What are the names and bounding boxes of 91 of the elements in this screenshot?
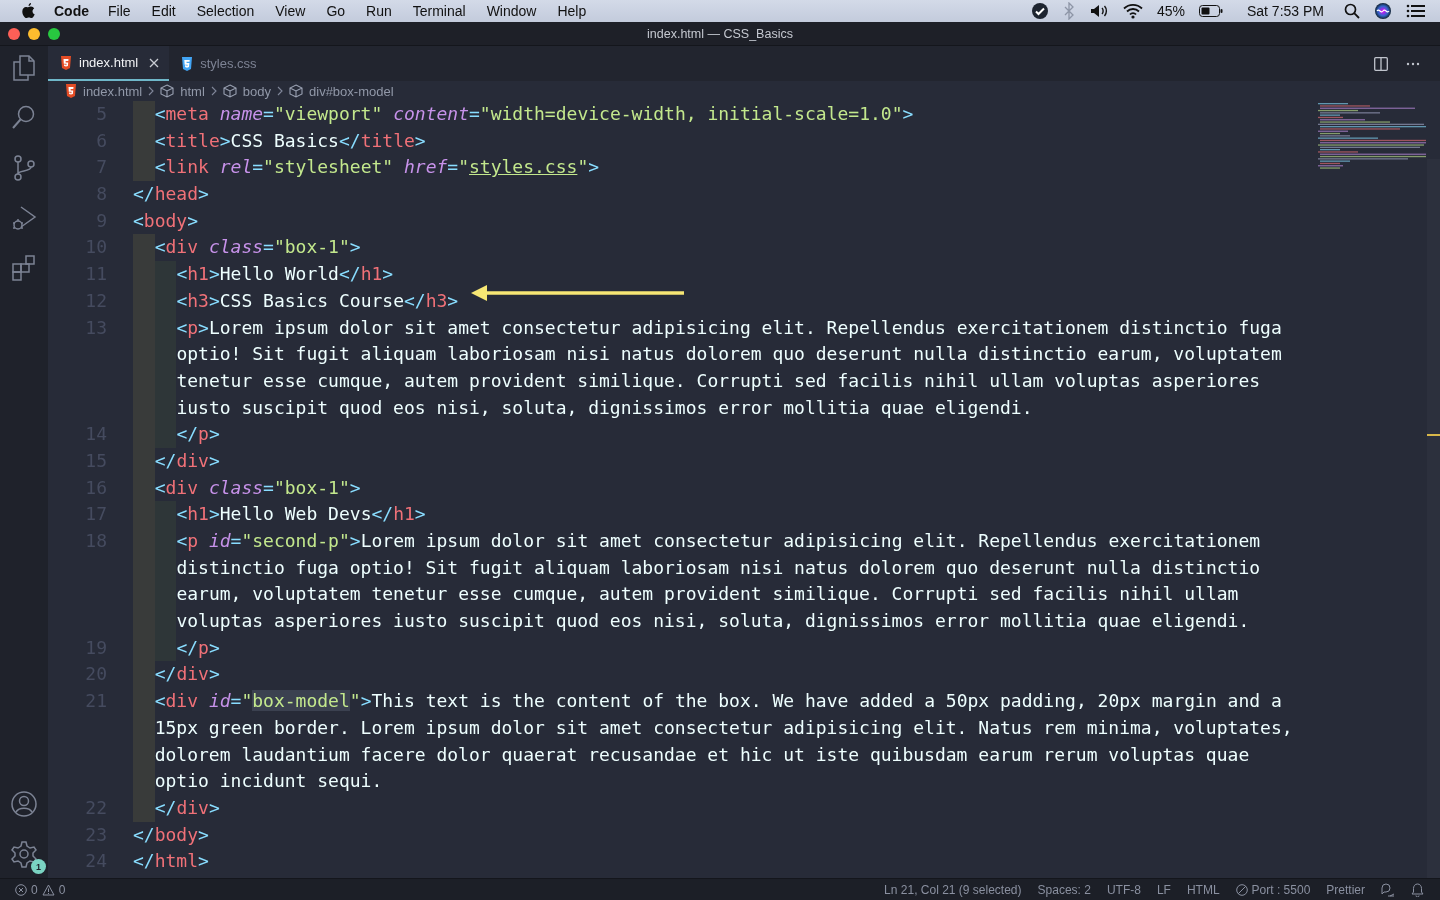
code-line: <p id="second-p">Lorem ipsum dolor sit amet consectetur adipisicing elit. Repellendus exercitationem xyxy=(133,528,1261,555)
code-line: <div class="box-1"> xyxy=(133,234,361,262)
editor-tab[interactable]: index.html xyxy=(48,46,170,81)
chevron-icon xyxy=(277,86,283,96)
menu-item[interactable]: File xyxy=(108,3,131,19)
scrollbar[interactable] xyxy=(1427,159,1440,878)
status-item[interactable]: LF xyxy=(1156,882,1171,897)
battery-icon[interactable] xyxy=(1198,5,1223,17)
code-line: <div id="box-model">This text is the content of the box. We have added a 50px padding, 20px margin and a xyxy=(133,688,1282,715)
breadcrumb-item[interactable]: index.html xyxy=(65,83,143,99)
chevron-icon xyxy=(148,86,155,96)
menu-item[interactable]: Selection xyxy=(196,3,255,19)
code-line: optio! Sit fugit aliquam laboriosam nisi natus dolorem quo deserunt nulla distinctio earum, voluptatem xyxy=(133,341,1282,368)
split-editor-icon[interactable] xyxy=(1374,56,1388,71)
menu-item[interactable]: Edit xyxy=(151,3,176,19)
code-line: </div> xyxy=(133,794,220,822)
wifi-icon[interactable] xyxy=(1122,3,1143,19)
menu-item[interactable]: Go xyxy=(326,3,346,19)
code-line: </div> xyxy=(133,447,220,475)
code-line: tenetur esse cumque, autem provident similique. Corrupti sed facilis nihil ullam voluptas asperiores xyxy=(133,367,1261,395)
status-item[interactable]: HTML xyxy=(1186,882,1220,897)
breadcrumb-item[interactable]: div#box-model xyxy=(289,83,394,99)
breadcrumb-item[interactable]: html xyxy=(160,83,205,99)
extensions-icon[interactable] xyxy=(11,254,37,282)
code-line: <title>CSS Basics</title> xyxy=(133,127,426,155)
clock[interactable]: Sat 7:53 PM xyxy=(1246,3,1324,19)
files-icon[interactable] xyxy=(11,54,37,82)
minimize-window-button[interactable] xyxy=(28,27,40,40)
apple-icon[interactable] xyxy=(20,2,36,20)
run-debug-icon[interactable] xyxy=(11,204,37,232)
chevron-icon xyxy=(210,86,217,96)
cube-icon xyxy=(289,84,303,98)
menu-item[interactable]: Terminal xyxy=(412,3,466,19)
search-icon[interactable] xyxy=(1344,3,1360,19)
cube-icon xyxy=(222,84,237,98)
code-line: <link rel="stylesheet" href="styles.css"> xyxy=(133,154,600,182)
status-item[interactable]: Spaces: 2 xyxy=(1037,882,1091,897)
code-line: <h1>Hello Web Devs</h1> xyxy=(133,501,426,528)
html-file-icon xyxy=(60,55,72,70)
cube-icon xyxy=(160,84,175,98)
code-line: <h3>CSS Basics Course</h3> xyxy=(133,287,459,315)
code-line: iusto suscipit quod eos nisi, soluta, dignissimos error mollitia quae eligendi. xyxy=(133,394,1033,422)
status-item[interactable]: Prettier xyxy=(1326,882,1365,897)
battery-percentage: 45% xyxy=(1156,3,1185,19)
settings-icon[interactable] xyxy=(10,840,38,868)
feedback-icon[interactable] xyxy=(1381,882,1395,897)
orb-icon[interactable] xyxy=(1374,2,1392,20)
check-badge-icon[interactable] xyxy=(1030,2,1049,20)
code-line: <h1>Hello World</h1> xyxy=(133,261,394,288)
code-line: <p>Lorem ipsum dolor sit amet consectetur adipisicing elit. Repellendus exercitationem distinctio fuga xyxy=(133,314,1282,342)
list-icon[interactable] xyxy=(1406,3,1426,19)
app-menu[interactable]: Code xyxy=(54,3,89,19)
html-file-icon xyxy=(65,84,77,98)
code-line: earum, voluptatem tenetur esse cumque, autem provident similique. Corrupti sed facilis nihil ullam xyxy=(133,581,1239,609)
breadcrumb-item[interactable]: body xyxy=(222,83,271,99)
menu-item[interactable]: Run xyxy=(366,3,392,19)
menu-item[interactable]: Window xyxy=(486,3,537,19)
status-item[interactable]: UTF-8 xyxy=(1106,882,1141,897)
blocked-icon xyxy=(1235,883,1248,896)
account-icon[interactable] xyxy=(10,790,38,818)
code-line: <body> xyxy=(133,208,199,233)
menu-item[interactable]: View xyxy=(275,3,306,19)
window-title: index.html — CSS_Basics xyxy=(647,26,793,41)
code-line: <meta name="viewport" content="width=device-width, initial-scale=1.0"> xyxy=(133,101,914,128)
menu-item[interactable]: Help xyxy=(557,3,587,19)
volume-icon[interactable] xyxy=(1088,3,1109,19)
css-file-icon xyxy=(181,56,194,71)
code-line: </body> xyxy=(133,822,209,847)
code-line: optio incidunt sequi. xyxy=(133,768,383,795)
close-icon[interactable] xyxy=(149,57,160,68)
zoom-window-button[interactable] xyxy=(48,27,60,40)
code-line: dolorem laudantium facere dolor quaerat recusandae et hic ut iste quibusdam earum rerum voluptas quae xyxy=(133,741,1250,769)
code-line: </p> xyxy=(133,634,220,662)
status-item[interactable]: Port : 5500 xyxy=(1235,882,1311,897)
error-icon xyxy=(15,883,27,896)
problems-indicator[interactable]: 0 0 xyxy=(15,882,66,897)
bell-icon[interactable] xyxy=(1411,882,1424,897)
code-line: </div> xyxy=(133,661,220,689)
code-line: </p> xyxy=(133,421,220,448)
notification-badge: 1 xyxy=(31,859,46,874)
code-line: </html> xyxy=(133,849,209,874)
code-line: <div class="box-1"> xyxy=(133,474,361,502)
code-line: 15px green border. Lorem ipsum dolor sit amet consectetur adipisicing elit. Natus rem minima, voluptates, xyxy=(133,714,1293,742)
code-line: voluptas asperiores iusto suscipit quod eos nisi, soluta, dignissimos error mollitia quae eligendi. xyxy=(133,608,1250,635)
more-icon[interactable] xyxy=(1406,61,1420,66)
warning-icon xyxy=(41,883,55,896)
close-window-button[interactable] xyxy=(8,27,20,40)
status-item[interactable]: Ln 21, Col 21 (9 selected) xyxy=(884,882,1022,897)
code-line: </head> xyxy=(133,182,209,207)
code-line: distinctio fuga optio! Sit fugit aliquam laboriosam nisi natus dolorem quo deserunt nulla distinctio xyxy=(133,554,1261,582)
source-control-icon[interactable] xyxy=(11,154,37,182)
